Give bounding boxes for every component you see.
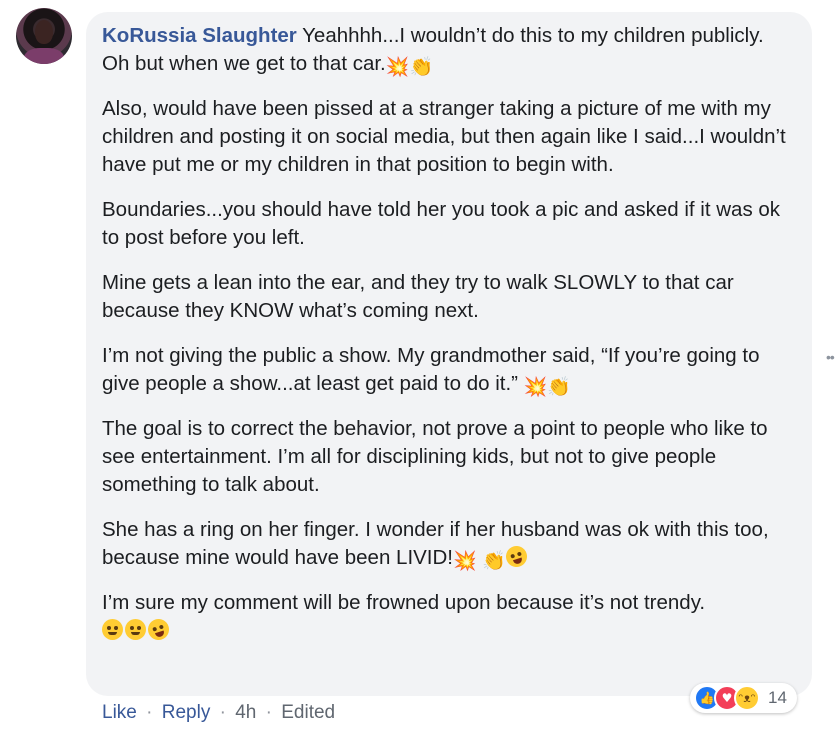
comment-options-handle[interactable]: ••: [826, 349, 835, 365]
separator: ·: [265, 702, 272, 723]
separator: ·: [219, 702, 226, 723]
like-link[interactable]: Like: [102, 702, 137, 723]
comment-paragraph-7: She has a ring on her finger. I wonder i…: [102, 516, 794, 572]
comment-paragraph-6: The goal is to correct the behavior, not…: [102, 417, 768, 496]
reaction-count: 14: [768, 688, 787, 707]
collision-emoji-icon: 💥: [523, 376, 548, 398]
author-avatar[interactable]: [16, 8, 72, 64]
eye-roll-emoji-icon: [102, 619, 123, 640]
clapping-hands-emoji-icon: 👏: [482, 550, 507, 572]
timestamp-link[interactable]: 4h: [235, 702, 256, 723]
comment-text: She has a ring on her finger. I wonder i…: [102, 518, 769, 569]
separator: ·: [146, 702, 153, 723]
collision-emoji-icon: 💥: [385, 56, 410, 78]
author-name-link[interactable]: KoRussia Slaughter: [102, 24, 297, 47]
collision-emoji-icon: 💥: [453, 550, 477, 572]
comment-text: I’m sure my comment will be frowned upon…: [102, 591, 706, 614]
comment-paragraph-5: I’m not giving the public a show. My gra…: [102, 342, 794, 398]
comment-paragraph-4: Mine gets a lean into the ear, and they …: [102, 271, 734, 322]
comment-text: I’m not giving the public a show. My gra…: [102, 344, 760, 395]
haha-reaction-icon: ᵔᴥᵔ: [734, 685, 760, 711]
comment-actions: Like · Reply · 4h · Edited: [102, 702, 335, 724]
avatar-shirt: [24, 48, 64, 64]
edited-label[interactable]: Edited: [281, 702, 335, 723]
rolling-laughing-emoji-icon: [145, 616, 172, 643]
comment-paragraph-2: Also, would have been pissed at a strang…: [102, 97, 786, 176]
comment-bubble: KoRussia Slaughter Yeahhhh...I wouldn’t …: [86, 12, 812, 696]
comment-paragraph-3: Boundaries...you should have told her yo…: [102, 198, 781, 249]
relieved-face-emoji-icon: [125, 619, 146, 640]
reactions-summary[interactable]: 👍 ♥ ᵔᴥᵔ 14: [690, 683, 797, 713]
comment-paragraph-1: KoRussia Slaughter Yeahhhh...I wouldn’t …: [102, 22, 794, 78]
clapping-hands-emoji-icon: 👏: [547, 376, 572, 398]
clapping-hands-emoji-icon: 👏: [409, 56, 434, 78]
comment-paragraph-8: I’m sure my comment will be frowned upon…: [102, 589, 794, 645]
rolling-laughing-emoji-icon: [503, 543, 530, 570]
reply-link[interactable]: Reply: [162, 702, 211, 723]
avatar-face: [35, 20, 53, 44]
